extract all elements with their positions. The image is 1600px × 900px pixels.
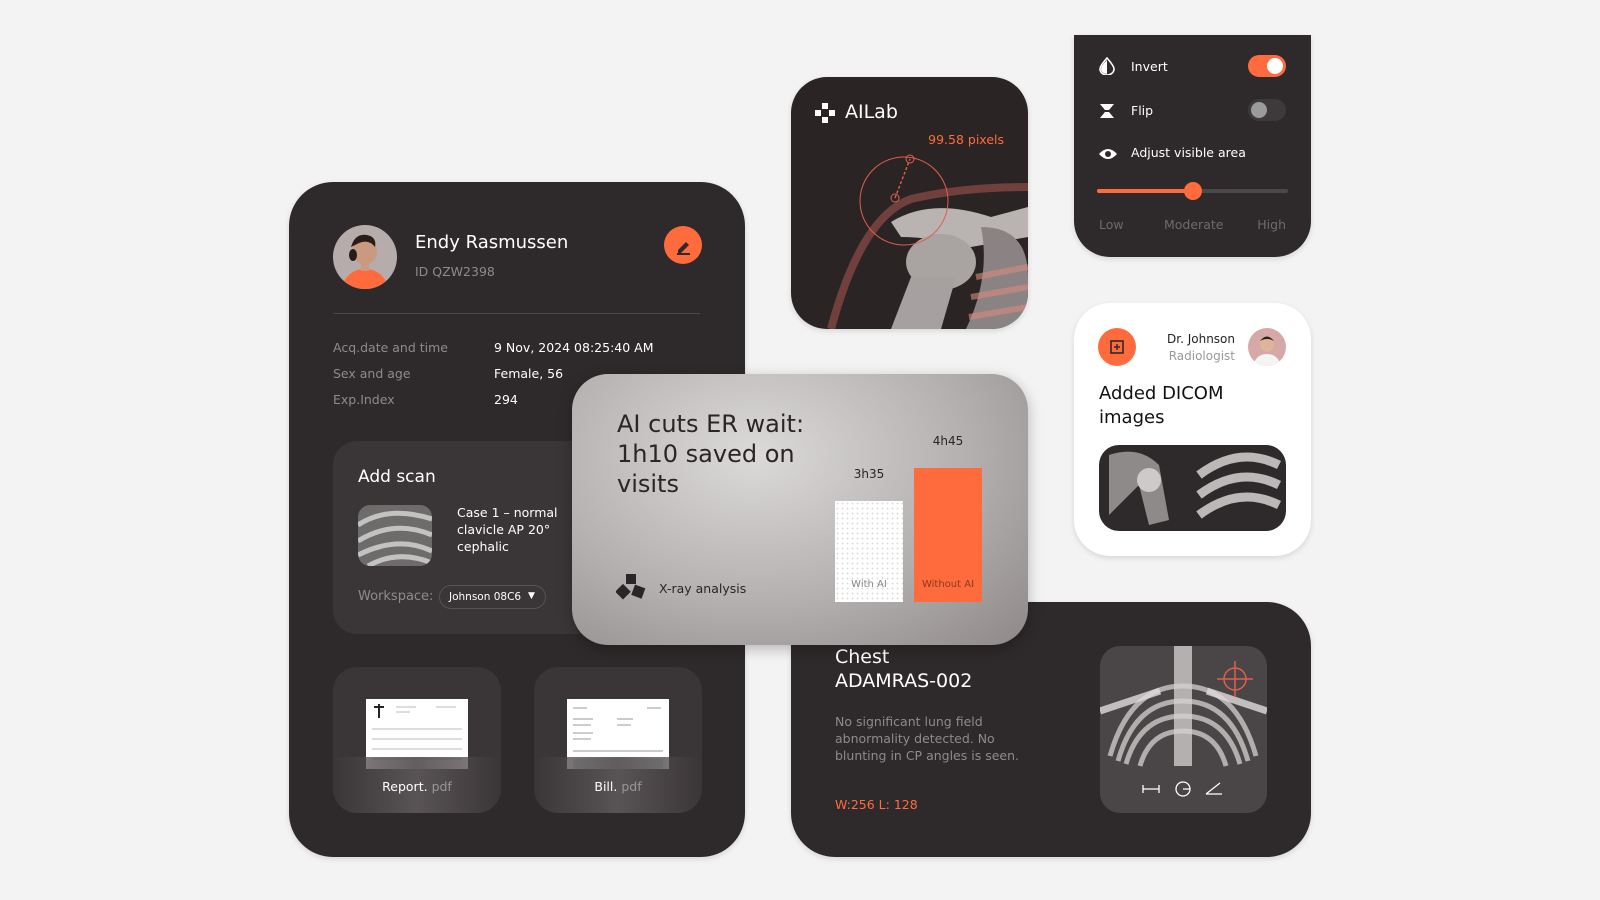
case-line: Case 1 – normal — [457, 505, 558, 520]
chest-description-line: blunting in CP angles is seen. — [835, 748, 1019, 763]
bar-category-label: Without AI — [921, 579, 975, 590]
circle-measure-icon[interactable] — [1174, 780, 1192, 798]
bar-category-label: With AI — [851, 578, 887, 590]
add-scan-title: Add scan — [358, 467, 436, 487]
flip-toggle[interactable] — [1248, 99, 1286, 121]
ai-wait-time-card: AI cuts ER wait: 1h10 saved on visits X-… — [572, 374, 1028, 645]
patient-name: Endy Rasmussen — [415, 232, 569, 253]
workspace-label: Workspace: — [358, 589, 434, 604]
file-card-report[interactable]: Report. pdf — [333, 667, 501, 813]
invert-label: Invert — [1131, 59, 1168, 74]
chest-description-line: abnormality detected. No — [835, 731, 995, 746]
ruler-icon[interactable] — [1142, 784, 1160, 794]
ailab-card: AILab 99.58 pixels — [791, 77, 1028, 329]
scan-thumbnail[interactable] — [358, 505, 432, 566]
chest-code: ADAMRAS-002 — [835, 670, 973, 692]
detail-label: Exp.Index — [333, 392, 395, 407]
image-settings-card: Invert Flip Adjust visible area Low Mode… — [1074, 35, 1311, 257]
ailab-brand: AILab — [845, 101, 898, 123]
detail-label: Sex and age — [333, 366, 411, 381]
dicom-title-line: Added DICOM — [1099, 383, 1224, 404]
drop-icon — [1099, 57, 1115, 75]
dicom-title-line: images — [1099, 407, 1165, 428]
window-level: W:256 L: 128 — [835, 797, 918, 812]
level-low: Low — [1099, 217, 1124, 232]
dicom-notification-card: Dr. Johnson Radiologist Added DICOM imag… — [1074, 303, 1311, 556]
doctor-role: Radiologist — [1168, 349, 1235, 363]
chest-xray-viewer[interactable] — [1100, 646, 1267, 813]
chest-description-line: No significant lung field — [835, 714, 983, 729]
edit-button[interactable] — [664, 226, 702, 264]
chevron-down-icon: ▼ — [528, 591, 535, 601]
ailab-logo-icon — [815, 103, 835, 123]
adjust-label: Adjust visible area — [1131, 145, 1246, 160]
detail-label: Acq.date and time — [333, 340, 449, 355]
workspace-dropdown[interactable]: Johnson 08C6 ▼ — [439, 585, 546, 609]
visible-area-slider[interactable] — [1097, 182, 1288, 200]
detail-value: Female, 56 — [494, 366, 564, 381]
level-moderate: Moderate — [1164, 217, 1224, 232]
patient-avatar — [333, 225, 397, 289]
detail-value: 9 Nov, 2024 08:25:40 AM — [494, 340, 654, 355]
case-line: clavicle AP 20° — [457, 522, 551, 537]
patient-id: ID QZW2398 — [415, 264, 495, 279]
pencil-icon — [677, 242, 690, 255]
bar-value-label: 3h35 — [853, 466, 885, 481]
angle-icon[interactable] — [1205, 781, 1223, 795]
doctor-name: Dr. Johnson — [1167, 332, 1235, 346]
bar-with-ai: With AI — [835, 500, 903, 602]
measurement-label: 99.58 pixels — [928, 132, 1004, 147]
case-line: cephalic — [457, 539, 509, 554]
add-square-icon — [1110, 340, 1124, 354]
dicom-images-preview[interactable] — [1099, 445, 1286, 531]
flip-label: Flip — [1131, 103, 1154, 118]
add-image-button[interactable] — [1098, 328, 1136, 366]
eye-icon — [1099, 149, 1117, 159]
invert-toggle[interactable] — [1248, 55, 1286, 77]
divider — [333, 313, 700, 314]
flip-icon — [1100, 104, 1114, 118]
file-card-bill[interactable]: Bill. pdf — [534, 667, 702, 813]
file-name: Report. pdf — [382, 779, 452, 794]
file-name: Bill. pdf — [594, 779, 642, 794]
bar-without-ai: Without AI — [914, 468, 982, 602]
chest-title: Chest — [835, 646, 890, 668]
wait-time-chart: With AI 3h35 Without AI 4h45 — [572, 374, 1028, 645]
bar-value-label: 4h45 — [932, 434, 964, 448]
workspace-value: Johnson 08C6 — [449, 591, 522, 603]
doctor-avatar — [1248, 328, 1286, 366]
detail-value: 294 — [494, 392, 518, 407]
slider-thumb[interactable] — [1183, 182, 1202, 200]
level-high: High — [1257, 217, 1286, 232]
